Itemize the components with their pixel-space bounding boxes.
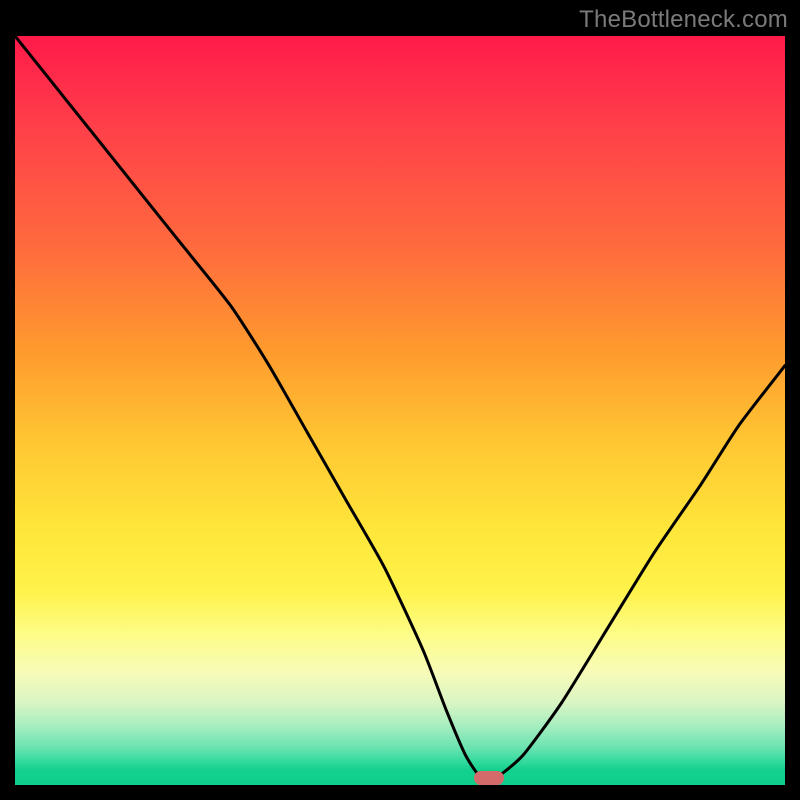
chart-frame: TheBottleneck.com <box>0 0 800 800</box>
plot-area <box>15 36 785 785</box>
optimum-marker <box>474 771 504 785</box>
bottleneck-curve <box>15 36 785 785</box>
watermark-label: TheBottleneck.com <box>579 6 788 34</box>
